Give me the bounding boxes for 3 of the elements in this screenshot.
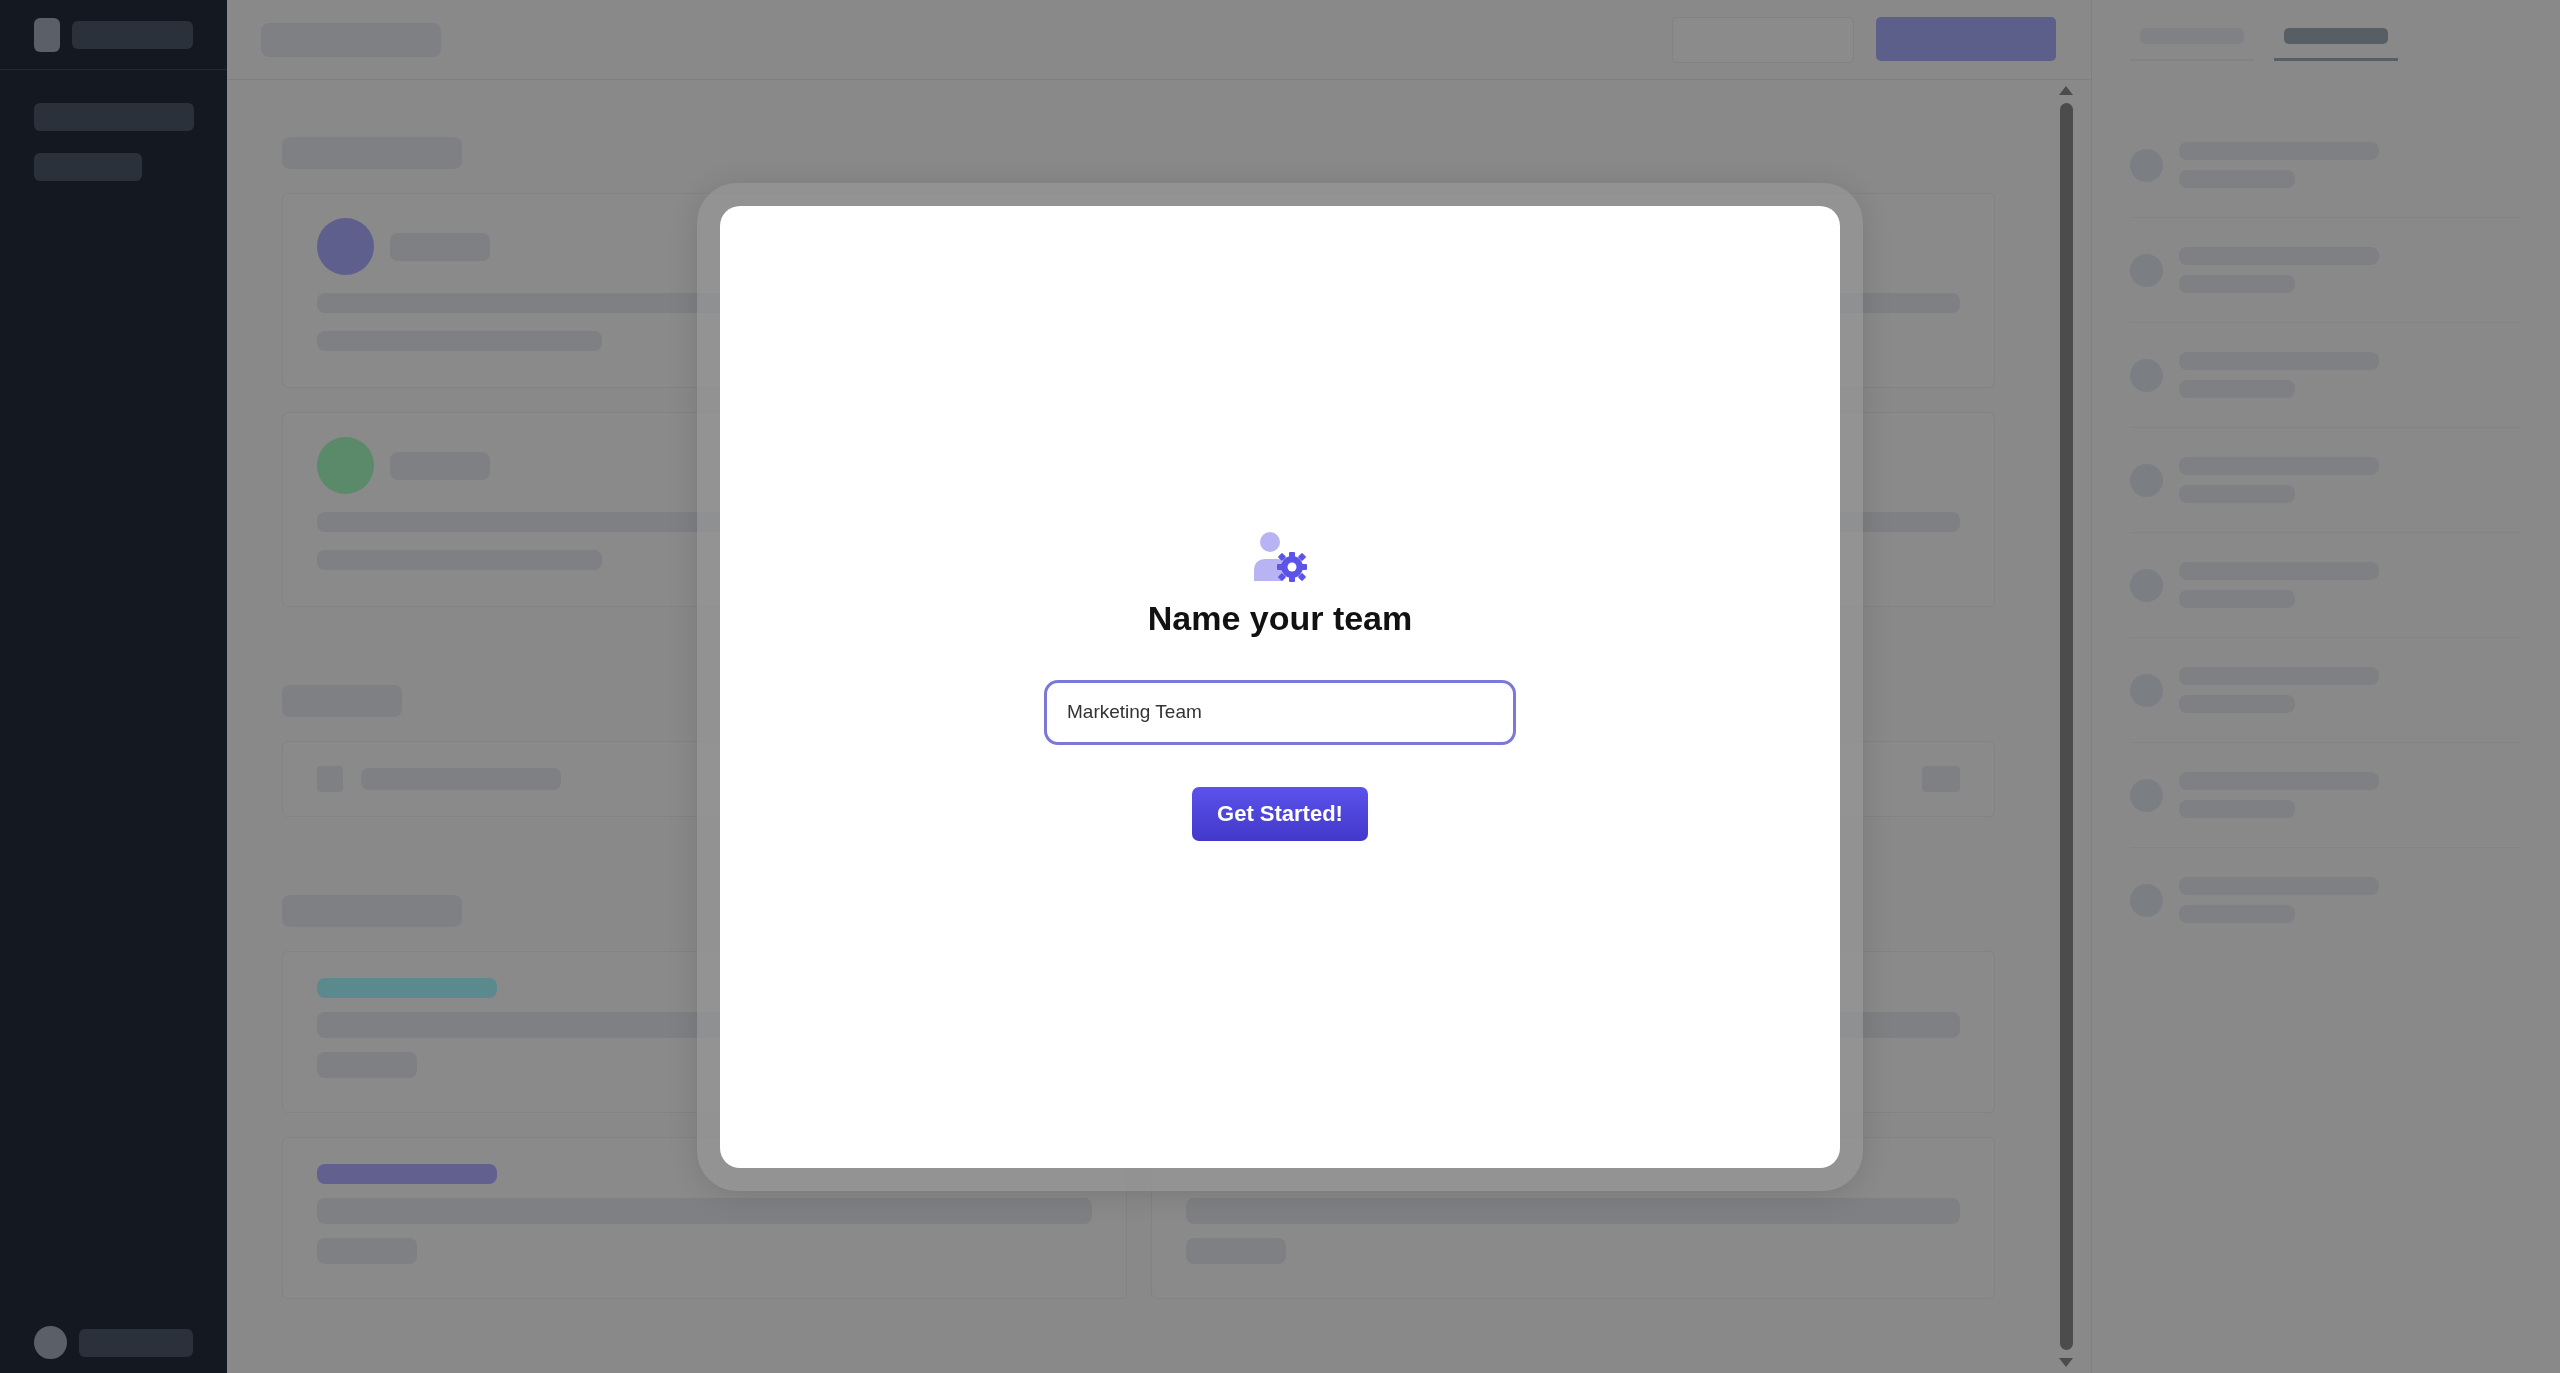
- dialog-title: Name your team: [1147, 598, 1413, 638]
- team-name-field[interactable]: Marketing Team: [1044, 679, 1516, 745]
- get-started-button[interactable]: Get Started!: [1192, 786, 1368, 841]
